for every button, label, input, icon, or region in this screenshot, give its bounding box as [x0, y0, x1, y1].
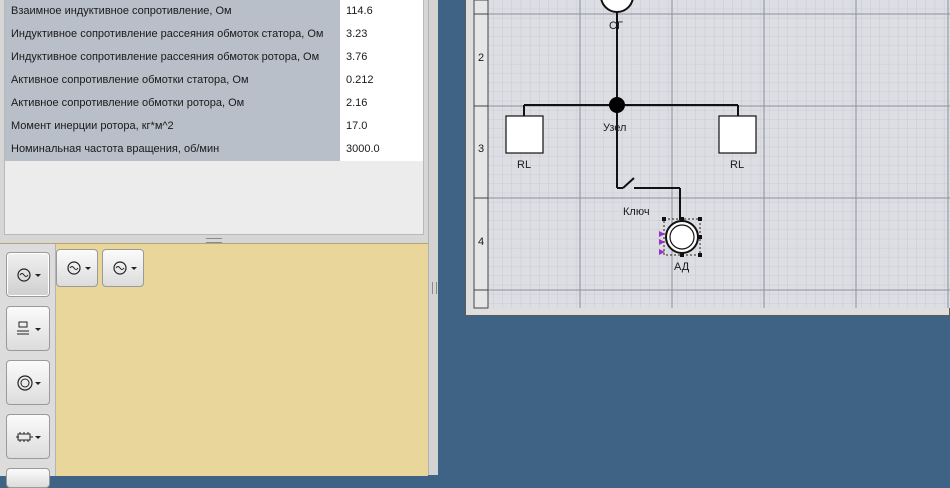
vertical-splitter[interactable] — [428, 0, 438, 475]
palette-category-load-button[interactable] — [6, 306, 50, 351]
switch-label: Ключ — [623, 206, 650, 218]
palette-category-column — [0, 244, 56, 488]
motor-label: АД — [674, 261, 690, 273]
property-value[interactable]: 0.212 — [340, 69, 423, 92]
grid-minor-lines — [488, 0, 950, 308]
property-value[interactable]: 114.6 — [340, 0, 423, 23]
load-rl-left[interactable] — [505, 115, 544, 154]
palette-item-generator-alt-button[interactable] — [102, 249, 144, 287]
load-icon — [17, 321, 41, 335]
diagram-canvas[interactable]: 2 3 4 СГ Узел RL RL Ключ АД — [466, 0, 950, 316]
component-palette — [0, 243, 428, 488]
property-name: Номинальная частота вращения, об/мин — [5, 138, 340, 161]
splitter-grip-icon[interactable] — [432, 282, 437, 294]
property-table: Взаимное индуктивное сопротивление, Ом 11… — [4, 0, 424, 235]
property-row[interactable]: Взаимное индуктивное сопротивление, Ом 11… — [5, 0, 423, 23]
generator-label: СГ — [609, 20, 623, 32]
property-value[interactable]: 3.76 — [340, 46, 423, 69]
property-value[interactable]: 3.23 — [340, 23, 423, 46]
line-icon — [16, 432, 41, 442]
palette-category-transformer-button[interactable] — [6, 360, 50, 405]
generator-alt-icon — [113, 261, 137, 275]
palette-category-more-button[interactable] — [6, 468, 50, 488]
node-symbol[interactable] — [609, 97, 625, 113]
property-name: Индуктивное сопротивление рассеяния обмо… — [5, 46, 340, 69]
generator-icon — [67, 261, 91, 275]
property-value[interactable]: 17.0 — [340, 115, 423, 138]
ruler-label: 3 — [478, 143, 484, 155]
property-name: Момент инерции ротора, кг*м^2 — [5, 115, 340, 138]
ruler-label: 2 — [478, 52, 484, 64]
transformer-icon — [17, 375, 41, 391]
property-row[interactable]: Номинальная частота вращения, об/мин 3000… — [5, 138, 423, 161]
load-rl-right[interactable] — [718, 115, 757, 154]
ruler-label: 4 — [478, 236, 484, 248]
property-value[interactable]: 3000.0 — [340, 138, 423, 161]
load-left-label: RL — [517, 159, 531, 171]
node-label: Узел — [603, 122, 626, 134]
generator-icon — [17, 268, 41, 282]
property-row[interactable]: Индуктивное сопротивление рассеяния обмо… — [5, 46, 423, 69]
palette-category-line-button[interactable] — [6, 414, 50, 459]
property-name: Активное сопротивление обмотки статора, … — [5, 69, 340, 92]
property-value[interactable]: 2.16 — [340, 92, 423, 115]
diagram-canvas-frame: 2 3 4 СГ Узел RL RL Ключ АД — [465, 0, 950, 316]
property-name: Активное сопротивление обмотки ротора, О… — [5, 92, 340, 115]
left-pane: Взаимное индуктивное сопротивление, Ом 11… — [0, 0, 428, 488]
palette-category-generator-button[interactable] — [6, 252, 50, 297]
palette-item-generator-button[interactable] — [56, 249, 98, 287]
load-right-label: RL — [730, 159, 744, 171]
property-name: Взаимное индуктивное сопротивление, Ом — [5, 0, 340, 23]
property-row[interactable]: Индуктивное сопротивление рассеяния обмо… — [5, 23, 423, 46]
property-name: Индуктивное сопротивление рассеяния обмо… — [5, 23, 340, 46]
horizontal-splitter[interactable] — [0, 236, 428, 243]
property-row[interactable]: Момент инерции ротора, кг*м^2 17.0 — [5, 115, 423, 138]
property-row[interactable]: Активное сопротивление обмотки ротора, О… — [5, 92, 423, 115]
property-row[interactable]: Активное сопротивление обмотки статора, … — [5, 69, 423, 92]
